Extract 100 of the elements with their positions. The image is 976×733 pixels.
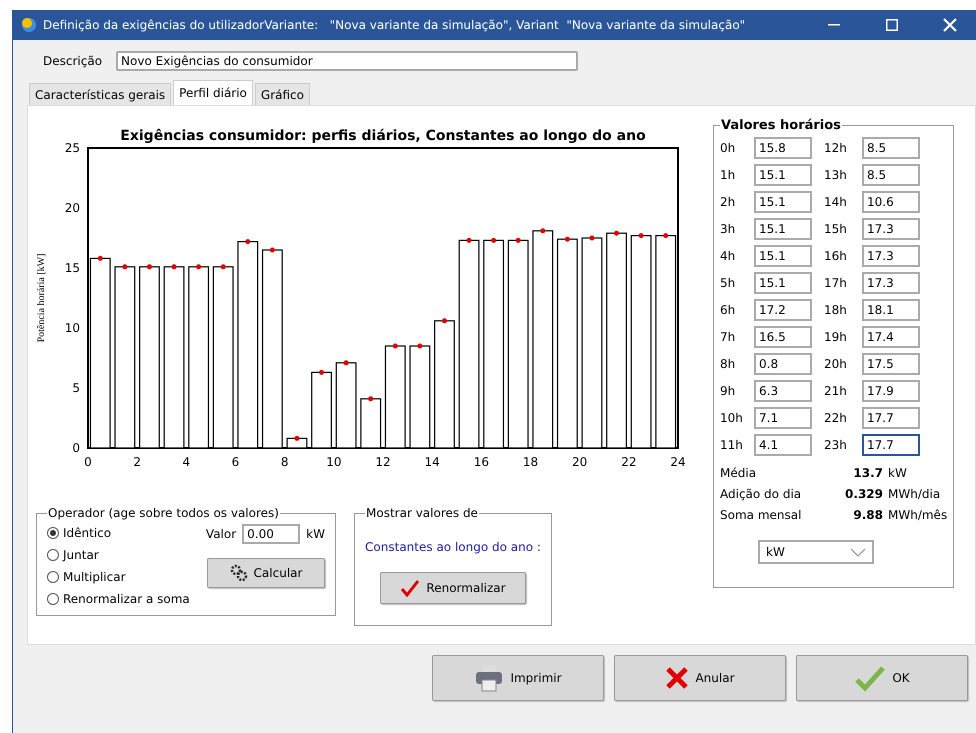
tab[interactable]: Perfil diário bbox=[173, 80, 253, 105]
hour-value-field[interactable]: 17.9 bbox=[862, 380, 920, 402]
x-tick-label: 8 bbox=[280, 455, 288, 469]
description-field[interactable]: Novo Exigências do consumidor bbox=[116, 51, 578, 71]
hour-value-field[interactable]: 18.1 bbox=[862, 299, 920, 321]
profile-text: Constantes ao longo do ano : bbox=[365, 540, 541, 554]
value-marker bbox=[466, 238, 472, 243]
hour-label: 11h bbox=[720, 438, 744, 452]
hour-label: 12h bbox=[824, 141, 848, 155]
hour-label: 9h bbox=[720, 384, 736, 398]
hour-value-field[interactable]: 6.3 bbox=[754, 380, 812, 402]
cancel-button[interactable]: Anular bbox=[614, 655, 786, 701]
hour-value-field[interactable]: 17.2 bbox=[754, 299, 812, 321]
y-tick-label: 15 bbox=[64, 261, 80, 275]
hour-value-field[interactable]: 15.8 bbox=[754, 137, 812, 159]
stat-unit: MWh/dia bbox=[888, 487, 942, 501]
y-tick-label: 20 bbox=[64, 201, 80, 215]
maximize-icon bbox=[886, 19, 898, 31]
bar bbox=[286, 438, 308, 449]
hour-value-field[interactable]: 17.7 bbox=[862, 434, 920, 456]
hour-value-field[interactable]: 17.3 bbox=[862, 245, 920, 267]
hour-label: 4h bbox=[720, 249, 736, 263]
radio-button[interactable] bbox=[47, 571, 59, 583]
hour-label: 17h bbox=[824, 276, 848, 290]
window-title: Definição da exigências do utilizadorVariante: "Nova variante da simulação", Variant "Nova variante da simulação" bbox=[43, 18, 746, 32]
y-tick-label: 25 bbox=[64, 141, 80, 155]
hour-value-field[interactable]: 17.4 bbox=[862, 326, 920, 348]
hour-label: 2h bbox=[720, 195, 736, 209]
x-tick-label: 10 bbox=[326, 455, 342, 469]
x-tick-label: 20 bbox=[572, 455, 588, 469]
value-field[interactable]: 0.00 bbox=[242, 524, 300, 544]
hour-value-field[interactable]: 15.1 bbox=[754, 164, 812, 186]
chevron-icon bbox=[850, 548, 866, 556]
tab[interactable]: Gráfico bbox=[254, 83, 310, 105]
close-icon bbox=[943, 18, 957, 32]
hour-value-field[interactable]: 10.6 bbox=[862, 191, 920, 213]
hour-value-field[interactable]: 0.8 bbox=[754, 353, 812, 375]
hour-value-field[interactable]: 4.1 bbox=[754, 434, 812, 456]
hour-label: 13h bbox=[824, 168, 848, 182]
x-tick-label: 22 bbox=[621, 455, 636, 469]
unit-dropdown[interactable]: kW bbox=[758, 540, 874, 564]
hour-value-field[interactable]: 15.1 bbox=[754, 272, 812, 294]
hour-value-field[interactable]: 7.1 bbox=[754, 407, 812, 429]
value-marker bbox=[220, 264, 226, 270]
hour-value-field[interactable]: 8.5 bbox=[862, 164, 920, 186]
x-tick-label: 12 bbox=[375, 455, 391, 469]
hour-label: 5h bbox=[720, 276, 736, 290]
check-icon bbox=[400, 579, 420, 597]
print-button[interactable]: Imprimir bbox=[432, 655, 604, 701]
group-title: Mostrar valores de bbox=[365, 506, 479, 520]
hour-label: 6h bbox=[720, 303, 736, 317]
unit-label: kW bbox=[306, 527, 325, 541]
hour-label: 10h bbox=[720, 411, 744, 425]
value-marker bbox=[368, 396, 374, 402]
hour-value-field[interactable]: 15.1 bbox=[754, 218, 812, 240]
hour-label: 0h bbox=[720, 141, 736, 155]
hour-value-field[interactable]: 17.3 bbox=[862, 218, 920, 240]
description-label: Descrição bbox=[43, 54, 102, 68]
x-tick-label: 14 bbox=[424, 455, 440, 469]
hour-value-field[interactable]: 15.1 bbox=[754, 191, 812, 213]
value-marker bbox=[98, 256, 103, 261]
x-tick-label: 24 bbox=[670, 455, 686, 469]
hour-value-field[interactable]: 17.5 bbox=[862, 353, 920, 375]
y-tick-label: 10 bbox=[64, 321, 80, 335]
radio-button[interactable] bbox=[47, 593, 59, 605]
x-tick-label: 6 bbox=[232, 455, 240, 469]
hour-value-field[interactable]: 17.7 bbox=[862, 407, 920, 429]
stat-value: 13.7 bbox=[852, 466, 883, 480]
calculate-button[interactable]: Calcular bbox=[207, 558, 325, 588]
hour-value-field[interactable]: 17.3 bbox=[862, 272, 920, 294]
x-tick-label: 2 bbox=[133, 455, 141, 469]
value-label: Valor bbox=[206, 527, 236, 541]
gears-icon bbox=[230, 564, 248, 582]
hour-label: 7h bbox=[720, 330, 736, 344]
value-marker bbox=[270, 248, 275, 252]
value-marker bbox=[564, 236, 570, 242]
x-tick-label: 18 bbox=[522, 455, 538, 469]
hour-label: 19h bbox=[824, 330, 848, 344]
bar bbox=[360, 398, 382, 449]
hour-label: 8h bbox=[720, 357, 736, 371]
radio-button[interactable] bbox=[47, 549, 59, 561]
check-icon bbox=[854, 664, 886, 692]
radio-button[interactable] bbox=[47, 527, 59, 539]
value-marker bbox=[196, 264, 202, 270]
hour-label: 22h bbox=[824, 411, 848, 425]
x-tick-label: 0 bbox=[84, 455, 92, 469]
tab[interactable]: Características gerais bbox=[29, 83, 172, 105]
value-marker bbox=[614, 230, 620, 236]
hour-value-field[interactable]: 8.5 bbox=[862, 137, 920, 159]
value-marker bbox=[442, 318, 447, 324]
value-marker bbox=[663, 233, 668, 238]
stat-label: Soma mensal bbox=[720, 508, 802, 522]
value-marker bbox=[589, 236, 594, 240]
value-marker bbox=[540, 228, 546, 234]
hour-value-field[interactable]: 16.5 bbox=[754, 326, 812, 348]
value-marker bbox=[146, 264, 152, 270]
renormalize-button[interactable]: Renormalizar bbox=[380, 572, 526, 604]
ok-button[interactable]: OK bbox=[796, 655, 968, 701]
hour-label: 14h bbox=[824, 195, 848, 209]
hour-value-field[interactable]: 15.1 bbox=[754, 245, 812, 267]
